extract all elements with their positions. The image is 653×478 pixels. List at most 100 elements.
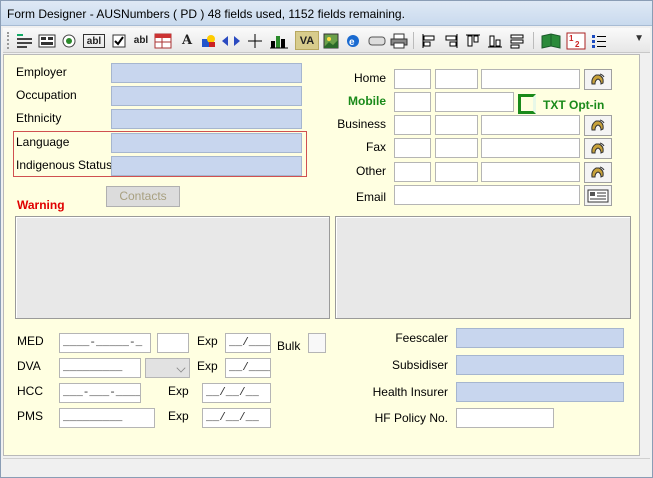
bulk-checkbox[interactable] bbox=[308, 333, 326, 353]
textbox-tool-icon[interactable]: abl bbox=[83, 34, 105, 48]
email-card-icon bbox=[587, 189, 609, 202]
label-tool-icon[interactable]: abl bbox=[131, 31, 151, 50]
employer-field[interactable] bbox=[111, 63, 302, 83]
window-title: Form Designer - AUSNumbers ( PD ) 48 fie… bbox=[7, 7, 405, 21]
dial-other-button[interactable] bbox=[584, 162, 612, 183]
home-area-field[interactable] bbox=[394, 69, 431, 89]
printer-icon[interactable] bbox=[389, 31, 409, 50]
med-exp-label: Exp bbox=[197, 334, 218, 348]
dial-fax-button[interactable] bbox=[584, 138, 612, 159]
hcc-number-field[interactable]: ___-___-_____ bbox=[59, 383, 141, 403]
grid-form-icon[interactable] bbox=[37, 31, 57, 50]
align-bottom-icon[interactable] bbox=[485, 31, 505, 50]
radio-button-icon[interactable] bbox=[59, 31, 79, 50]
svg-text:1: 1 bbox=[569, 34, 574, 43]
status-bar bbox=[3, 458, 650, 476]
email-field[interactable] bbox=[394, 185, 580, 205]
font-tool-label: A bbox=[181, 33, 193, 48]
dial-business-button[interactable] bbox=[584, 115, 612, 136]
fax-area-field[interactable] bbox=[394, 138, 431, 158]
form-canvas: Employer Occupation Ethnicity Language I… bbox=[3, 54, 640, 456]
med-number-field[interactable]: ____-_____-_ bbox=[59, 333, 151, 353]
va-tool-button[interactable]: VA bbox=[295, 31, 319, 50]
warning-notes-panel[interactable] bbox=[15, 216, 330, 319]
align-right-icon[interactable] bbox=[441, 31, 461, 50]
toolbar: abl abl A VA e 1 2 ▼ bbox=[3, 28, 650, 53]
toolbar-grip[interactable] bbox=[7, 32, 10, 49]
hcc-exp-label: Exp bbox=[168, 384, 189, 398]
med-label: MED bbox=[17, 334, 44, 348]
toolbar-overflow-icon[interactable]: ▼ bbox=[634, 33, 644, 44]
other-label: Other bbox=[355, 164, 386, 178]
resize-horizontal-icon[interactable] bbox=[221, 31, 241, 50]
feescaler-field[interactable] bbox=[456, 328, 624, 348]
label-tool-label: abl bbox=[133, 35, 149, 46]
numbered-list-icon[interactable]: 12 bbox=[565, 31, 587, 50]
email-label: Email bbox=[355, 190, 386, 204]
fax-prefix-field[interactable] bbox=[435, 138, 478, 158]
home-number-field[interactable] bbox=[481, 69, 580, 89]
ethnicity-label: Ethnicity bbox=[16, 111, 62, 125]
phone-icon bbox=[591, 119, 605, 131]
hcc-label: HCC bbox=[17, 384, 43, 398]
dva-type-dropdown[interactable] bbox=[145, 358, 190, 378]
dial-home-button[interactable] bbox=[584, 69, 612, 90]
health-insurer-field[interactable] bbox=[456, 382, 624, 402]
pms-exp-field[interactable]: __/__/__ bbox=[202, 408, 271, 428]
business-area-field[interactable] bbox=[394, 115, 431, 135]
align-left-icon[interactable] bbox=[419, 31, 439, 50]
va-tool-label: VA bbox=[299, 34, 315, 47]
shapes-tool-icon[interactable] bbox=[199, 31, 219, 50]
distribute-icon[interactable] bbox=[507, 31, 527, 50]
indigenous-status-field[interactable] bbox=[111, 156, 302, 176]
mobile-number-field[interactable] bbox=[435, 92, 514, 112]
table-tool-icon[interactable] bbox=[153, 31, 173, 50]
indigenous-status-label: Indigenous Status bbox=[16, 158, 113, 172]
dva-number-field[interactable]: _________ bbox=[59, 358, 141, 378]
occupation-field[interactable] bbox=[111, 86, 302, 106]
bar-chart-icon[interactable] bbox=[269, 31, 289, 50]
align-top-icon[interactable] bbox=[463, 31, 483, 50]
mobile-label: Mobile bbox=[348, 94, 386, 108]
form-designer-window: Form Designer - AUSNumbers ( PD ) 48 fie… bbox=[0, 0, 653, 478]
hf-policy-field[interactable] bbox=[456, 408, 554, 428]
txt-optin-checkbox[interactable] bbox=[518, 94, 536, 114]
contacts-notes-panel[interactable] bbox=[335, 216, 631, 319]
button-tool-icon[interactable] bbox=[367, 31, 387, 50]
mobile-prefix-field[interactable] bbox=[394, 92, 431, 112]
email-button[interactable] bbox=[584, 185, 612, 206]
ethnicity-field[interactable] bbox=[111, 109, 302, 129]
business-number-field[interactable] bbox=[481, 115, 580, 135]
other-prefix-field[interactable] bbox=[435, 162, 478, 182]
occupation-label: Occupation bbox=[16, 88, 77, 102]
pms-label: PMS bbox=[17, 409, 44, 423]
image-tool-icon[interactable] bbox=[321, 31, 341, 50]
book-icon[interactable] bbox=[539, 31, 563, 50]
med-exp-field[interactable]: __/____ bbox=[225, 333, 271, 353]
contacts-button[interactable]: Contacts bbox=[106, 186, 180, 207]
toolbar-separator bbox=[533, 32, 534, 49]
txt-optin-label: TXT Opt-in bbox=[543, 98, 605, 112]
business-prefix-field[interactable] bbox=[435, 115, 478, 135]
subsidiser-field[interactable] bbox=[456, 355, 624, 375]
checkbox-tool-icon[interactable] bbox=[109, 31, 129, 50]
med-irn-field[interactable] bbox=[157, 333, 189, 353]
feescaler-label: Feescaler bbox=[395, 331, 448, 345]
vertical-scrollbar[interactable] bbox=[641, 54, 651, 456]
browser-icon[interactable]: e bbox=[343, 31, 363, 50]
other-area-field[interactable] bbox=[394, 162, 431, 182]
hcc-exp-field[interactable]: __/__/__ bbox=[202, 383, 271, 403]
form-layout-icon[interactable] bbox=[15, 31, 35, 50]
bullet-list-icon[interactable] bbox=[589, 31, 609, 50]
language-field[interactable] bbox=[111, 133, 302, 153]
other-number-field[interactable] bbox=[481, 162, 580, 182]
warning-label: Warning bbox=[17, 198, 65, 212]
pms-number-field[interactable]: _________ bbox=[59, 408, 155, 428]
fax-number-field[interactable] bbox=[481, 138, 580, 158]
phone-icon bbox=[591, 166, 605, 178]
hf-policy-label: HF Policy No. bbox=[374, 411, 448, 425]
dva-exp-field[interactable]: __/____ bbox=[225, 358, 271, 378]
home-prefix-field[interactable] bbox=[435, 69, 478, 89]
font-tool-icon[interactable]: A bbox=[177, 31, 197, 50]
crosshair-icon[interactable] bbox=[245, 31, 265, 50]
